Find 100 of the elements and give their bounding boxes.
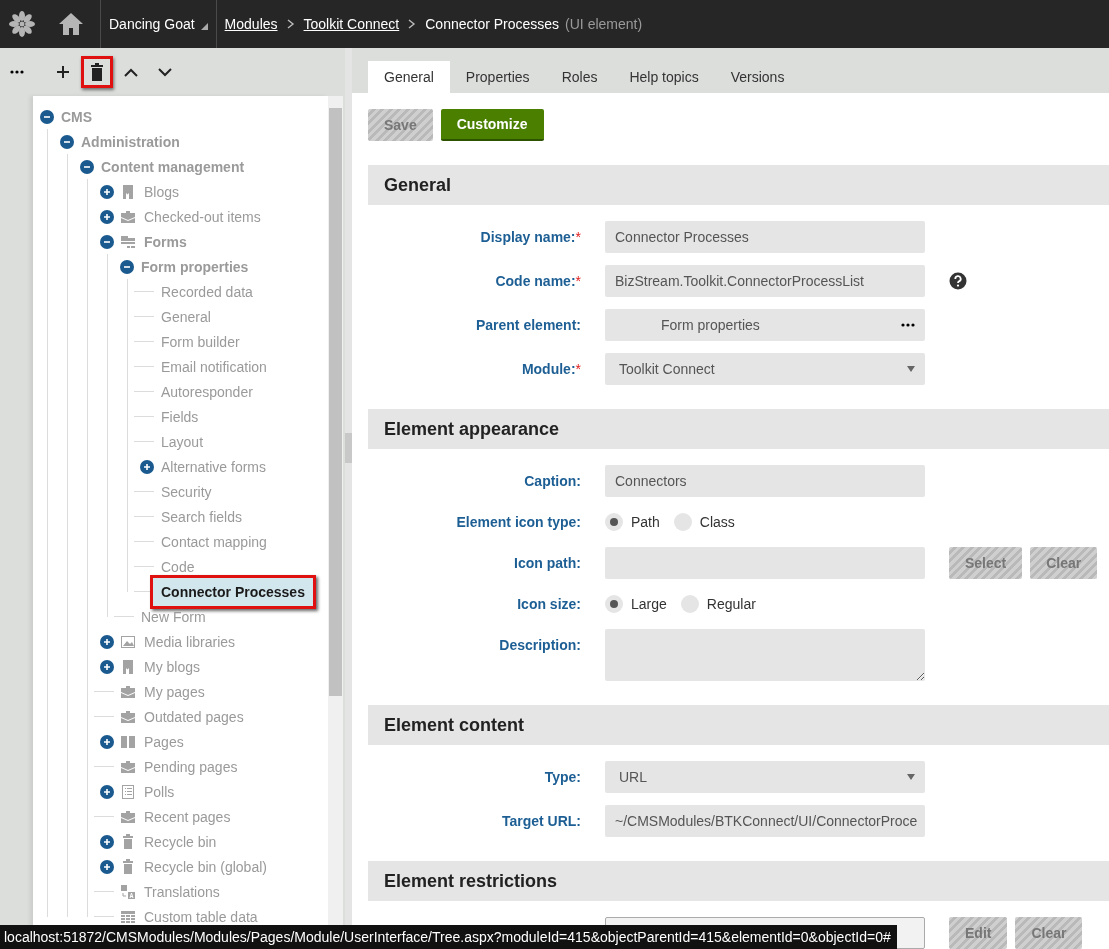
tree-item[interactable]: Outdated pages: [144, 708, 244, 725]
picker-field[interactable]: Form properties: [605, 309, 925, 341]
expand-toggle[interactable]: [100, 859, 114, 874]
text-field[interactable]: BizStream.Toolkit.ConnectorProcessList: [605, 265, 925, 297]
required-mark: *: [575, 229, 581, 245]
tree-item[interactable]: Security: [161, 483, 212, 500]
dropdown-field[interactable]: URL: [605, 761, 925, 793]
tree-item[interactable]: General: [161, 308, 211, 325]
field-label: Parent element:: [475, 317, 581, 333]
radio-option[interactable]: Class: [673, 513, 735, 531]
table-icon: [120, 908, 136, 925]
tab[interactable]: Properties: [449, 61, 546, 93]
tree-item[interactable]: Connector Processes: [150, 574, 316, 609]
tree-item[interactable]: CMS: [61, 108, 93, 125]
breadcrumb-link[interactable]: Toolkit Connect: [303, 16, 400, 32]
field-label: Target URL:: [501, 813, 581, 829]
expand-toggle[interactable]: [100, 184, 114, 199]
expand-toggle[interactable]: [100, 634, 114, 649]
radio-option[interactable]: Regular: [680, 595, 756, 613]
tree-item[interactable]: Form builder: [161, 333, 240, 350]
tab[interactable]: General: [368, 61, 450, 93]
briefcase-icon: [120, 808, 136, 825]
collapse-toggle[interactable]: [100, 234, 114, 249]
tab[interactable]: Roles: [545, 61, 614, 93]
tree-item[interactable]: Fields: [161, 408, 199, 425]
text-field[interactable]: [605, 547, 925, 579]
trash-icon: [120, 858, 136, 875]
tree-item[interactable]: Recycle bin: [144, 833, 217, 850]
customize-button[interactable]: Customize: [440, 109, 544, 141]
tree-item[interactable]: Recorded data: [161, 283, 253, 300]
expand-toggle[interactable]: [100, 734, 114, 749]
collapse-toggle[interactable]: [80, 159, 94, 174]
expand-toggle[interactable]: [140, 459, 154, 474]
forms-icon: [120, 233, 136, 250]
expand-toggle[interactable]: [100, 659, 114, 674]
tree-item[interactable]: Administration: [81, 133, 180, 150]
book-icon: [120, 733, 136, 750]
tree-item[interactable]: Autoresponder: [161, 383, 253, 400]
tree-item[interactable]: Recent pages: [144, 808, 231, 825]
list-icon: [120, 783, 136, 800]
image-icon: [120, 633, 136, 650]
collapse-toggle[interactable]: [60, 134, 74, 149]
field-label: Code name:: [495, 273, 576, 289]
field-label: Icon path:: [514, 555, 581, 571]
briefcase-icon: [120, 758, 136, 775]
tree-item[interactable]: Blogs: [144, 183, 180, 200]
radio-option[interactable]: Path: [605, 513, 660, 531]
chevron-down-icon: [158, 67, 172, 77]
radio-option[interactable]: Large: [605, 595, 667, 613]
tree-item[interactable]: Forms: [144, 233, 187, 250]
tree-item[interactable]: Email notification: [161, 358, 267, 375]
more-icon: [901, 323, 915, 327]
text-field[interactable]: Connectors: [605, 465, 925, 497]
field-label: Caption:: [524, 473, 581, 489]
collapse-toggle[interactable]: [120, 259, 134, 274]
tab[interactable]: Help topics: [613, 61, 715, 93]
tree-item[interactable]: Custom table data: [144, 908, 258, 925]
delete-button[interactable]: [81, 56, 113, 88]
more-icon[interactable]: [9, 70, 24, 74]
tree-item[interactable]: Pages: [144, 733, 184, 750]
tree-item[interactable]: Media libraries: [144, 633, 236, 650]
add-icon: [56, 65, 70, 79]
tree-item[interactable]: New Form: [141, 608, 206, 625]
tree-item[interactable]: Search fields: [161, 508, 242, 525]
tree-item[interactable]: Alternative forms: [161, 458, 267, 475]
expand-toggle[interactable]: [100, 784, 114, 799]
tree-item[interactable]: Checked-out items: [144, 208, 261, 225]
briefcase-icon: [120, 208, 136, 225]
help-icon[interactable]: [949, 272, 967, 290]
tree-item[interactable]: Layout: [161, 433, 204, 450]
logo-icon[interactable]: [8, 10, 36, 38]
collapse-toggle[interactable]: [40, 109, 54, 124]
tree-item[interactable]: Contact mapping: [161, 533, 267, 550]
tree-item[interactable]: Content management: [101, 158, 245, 175]
tree-item[interactable]: Code: [161, 558, 195, 575]
section-header: General: [368, 165, 1109, 205]
chevron-up-icon: [124, 67, 138, 77]
home-icon[interactable]: [58, 11, 84, 37]
tree-item[interactable]: Pending pages: [144, 758, 238, 775]
dropdown-arrow-icon: [907, 366, 915, 372]
text-field[interactable]: Connector Processes: [605, 221, 925, 253]
section-header: Element appearance: [368, 409, 1109, 449]
tree-item[interactable]: Translations: [144, 883, 220, 900]
field-label: Display name:: [480, 229, 576, 245]
expand-toggle[interactable]: [100, 834, 114, 849]
tree-item[interactable]: My pages: [144, 683, 205, 700]
tab[interactable]: Versions: [714, 61, 801, 93]
section-header: Element content: [368, 705, 1109, 745]
breadcrumb-current: Connector Processes: [425, 16, 560, 32]
field-label: Icon size:: [517, 596, 581, 612]
dropdown-field[interactable]: Toolkit Connect: [605, 353, 925, 385]
site-selector[interactable]: Dancing Goat: [101, 0, 216, 48]
text-field[interactable]: ~/CMSModules/BTKConnect/UI/ConnectorProce: [605, 805, 925, 837]
tree-item[interactable]: Recycle bin (global): [144, 858, 267, 875]
field-label: Module:: [521, 361, 576, 377]
breadcrumb-link[interactable]: Modules: [224, 16, 278, 32]
tree-item[interactable]: Polls: [144, 783, 175, 800]
tree-item[interactable]: Form properties: [141, 258, 249, 275]
tree-item[interactable]: My blogs: [144, 658, 201, 675]
expand-toggle[interactable]: [100, 209, 114, 224]
